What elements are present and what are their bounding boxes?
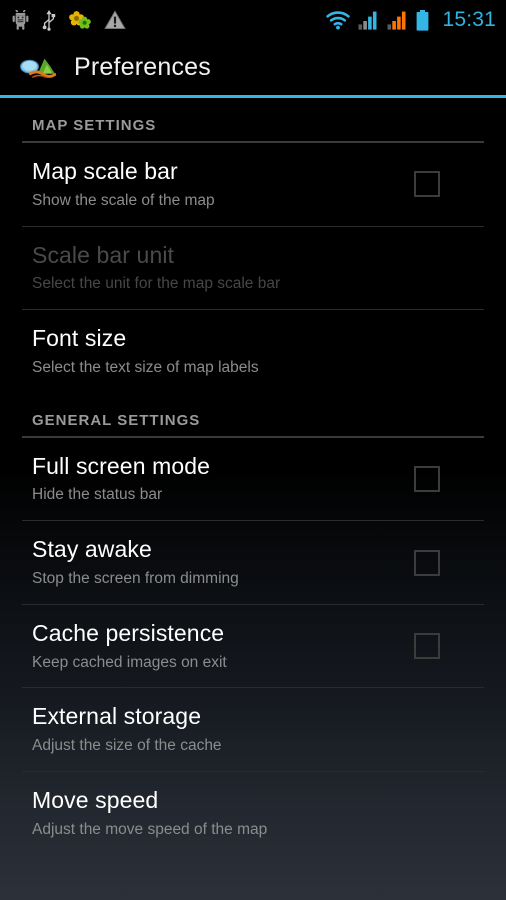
preference-text: Stay awake Stop the screen from dimming <box>32 536 398 588</box>
preference-item-stay-awake[interactable]: Stay awake Stop the screen from dimming <box>0 521 506 604</box>
checkbox-full-screen-mode[interactable] <box>414 465 440 492</box>
preference-summary: Adjust the move speed of the map <box>32 820 268 838</box>
signal-bars-blue-icon <box>358 11 377 30</box>
preference-text: External storage Adjust the size of the c… <box>32 704 486 755</box>
status-bar-clock: 15:31 <box>442 8 496 31</box>
preference-summary: Show the scale of the map <box>32 191 215 209</box>
preference-item-scale-bar-unit: Scale bar unit Select the unit for the ma… <box>0 227 506 310</box>
preferences-list: MAP SETTINGS Map scale bar Show the scale … <box>0 98 506 855</box>
preference-title: External storage <box>32 703 202 730</box>
preference-title: Move speed <box>32 786 159 813</box>
wifi-icon <box>326 11 351 30</box>
preference-title: Map scale bar <box>32 158 178 184</box>
preference-summary: Select the unit for the map scale bar <box>32 275 281 293</box>
preference-text: Map scale bar Show the scale of the map <box>32 158 398 210</box>
preference-item-map-scale-bar[interactable]: Map scale bar Show the scale of the map <box>0 143 506 226</box>
status-bar-notification-icons <box>12 9 126 31</box>
preference-item-cache-persistence[interactable]: Cache persistence Keep cached images on e… <box>0 605 506 688</box>
preference-title: Scale bar unit <box>32 241 175 268</box>
checkbox-map-scale-bar[interactable] <box>414 171 440 198</box>
category-header-general-settings: GENERAL SETTINGS <box>32 411 201 429</box>
page-title: Preferences <box>74 53 211 81</box>
preference-title: Stay awake <box>32 536 152 563</box>
action-bar: Preferences <box>0 40 506 95</box>
preference-summary: Adjust the size of the cache <box>32 737 222 755</box>
status-bar-system-icons: 15:31 <box>325 8 496 32</box>
android-debug-icon <box>12 10 29 30</box>
checkbox-cache-persistence[interactable] <box>414 633 440 660</box>
preference-item-external-storage[interactable]: External storage Adjust the size of the c… <box>0 688 506 771</box>
preference-title: Cache persistence <box>32 619 225 646</box>
preference-summary: Select the text size of map labels <box>32 358 259 376</box>
preference-summary: Keep cached images on exit <box>32 653 227 671</box>
status-bar: 15:31 <box>0 0 506 40</box>
checkbox-stay-awake[interactable] <box>414 549 440 576</box>
preference-item-move-speed[interactable]: Move speed Adjust the move speed of the m… <box>0 772 506 855</box>
preference-text: Move speed Adjust the move speed of the m… <box>32 786 486 839</box>
preference-text: Cache persistence Keep cached images on e… <box>32 619 398 672</box>
preference-item-font-size[interactable]: Font size Select the text size of map lab… <box>0 310 506 393</box>
warning-triangle-icon <box>104 10 126 30</box>
preference-title: Full screen mode <box>32 452 211 479</box>
preference-title: Font size <box>32 325 127 352</box>
preference-summary: Stop the screen from dimming <box>32 570 239 587</box>
preference-text: Full screen mode Hide the status bar <box>32 452 398 505</box>
preference-item-full-screen-mode[interactable]: Full screen mode Hide the status bar <box>0 438 506 521</box>
category-header-map-settings: MAP SETTINGS <box>32 117 157 134</box>
android-preferences-screen: 15:31 Preferences MAP SETTINGS Map scale … <box>0 0 506 900</box>
sync-flowers-icon <box>69 11 91 29</box>
preference-text: Scale bar unit Select the unit for the ma… <box>32 241 486 294</box>
battery-icon <box>417 9 429 31</box>
map-app-icon[interactable] <box>18 53 56 83</box>
preference-text: Font size Select the text size of map lab… <box>32 325 486 377</box>
preference-summary: Hide the status bar <box>32 486 163 504</box>
signal-bars-orange-icon <box>387 11 406 30</box>
usb-icon <box>42 9 56 31</box>
